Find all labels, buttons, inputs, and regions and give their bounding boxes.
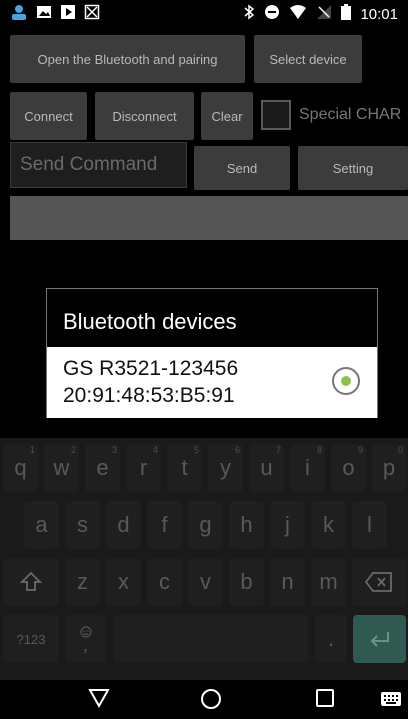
soft-keyboard: q1 w2 e3 r4 t5 y6 u7 i8 o9 p0 a s d f g …	[0, 438, 408, 680]
key-label: r	[139, 455, 148, 480]
key-label: o	[342, 455, 355, 480]
key-label: u	[260, 455, 273, 480]
key-h[interactable]: h	[229, 501, 264, 549]
key-z[interactable]: z	[65, 558, 100, 606]
key-b[interactable]: b	[229, 558, 264, 606]
special-char-label: Special CHAR	[299, 106, 402, 123]
key-e[interactable]: e3	[85, 444, 120, 492]
key-label: t	[181, 455, 188, 480]
key-hint: 2	[70, 445, 76, 455]
key-q[interactable]: q1	[3, 444, 38, 492]
play-notification-icon	[60, 4, 76, 24]
key-a[interactable]: a	[24, 501, 59, 549]
setting-button[interactable]: Setting	[298, 146, 408, 190]
image-notification-icon	[36, 4, 52, 24]
key-f[interactable]: f	[147, 501, 182, 549]
clear-button[interactable]: Clear	[201, 92, 253, 140]
key-hint: 4	[152, 445, 158, 455]
key-y[interactable]: y6	[208, 444, 243, 492]
app-notification-icon	[10, 3, 28, 25]
key-t[interactable]: t5	[167, 444, 202, 492]
receive-text-area	[10, 196, 408, 240]
comma-emoji-key[interactable]: ,	[65, 615, 106, 663]
connect-button[interactable]: Connect	[10, 92, 87, 140]
shift-icon	[19, 571, 43, 591]
navigation-bar	[0, 680, 408, 719]
key-g[interactable]: g	[188, 501, 223, 549]
key-r[interactable]: r4	[126, 444, 161, 492]
key-k[interactable]: k	[311, 501, 346, 549]
space-key[interactable]	[113, 615, 308, 663]
symbols-key[interactable]: ?123	[3, 615, 59, 663]
battery-icon	[341, 4, 352, 24]
key-hint: 5	[193, 445, 199, 455]
send-command-input[interactable]: Send Command	[10, 142, 187, 188]
key-hint: 3	[111, 445, 117, 455]
no-signal-icon	[316, 4, 332, 24]
x-box-icon	[84, 4, 100, 24]
key-hint: 0	[397, 445, 403, 455]
select-device-button[interactable]: Select device	[254, 35, 362, 83]
back-icon[interactable]	[88, 688, 110, 712]
device-radio-button[interactable]	[332, 367, 360, 395]
key-j[interactable]: j	[270, 501, 305, 549]
enter-key[interactable]	[353, 615, 406, 663]
key-hint: 1	[29, 445, 35, 455]
key-w[interactable]: w2	[44, 444, 79, 492]
key-n[interactable]: n	[270, 558, 305, 606]
disconnect-button[interactable]: Disconnect	[95, 92, 194, 140]
key-u[interactable]: u7	[249, 444, 284, 492]
key-c[interactable]: c	[147, 558, 182, 606]
device-mac-address: 20:91:48:53:B5:91	[63, 384, 235, 407]
send-button[interactable]: Send	[194, 146, 290, 190]
enter-icon	[370, 632, 389, 647]
bluetooth-icon	[243, 4, 255, 24]
open-bluetooth-pairing-button[interactable]: Open the Bluetooth and pairing	[10, 35, 245, 83]
backspace-icon	[365, 572, 392, 592]
key-label: y	[220, 455, 231, 480]
comma-label: ,	[82, 635, 88, 655]
period-key[interactable]: .	[315, 615, 347, 663]
key-hint: 7	[275, 445, 281, 455]
key-l[interactable]: l	[352, 501, 387, 549]
shift-key[interactable]	[3, 558, 59, 606]
key-label: p	[382, 455, 396, 480]
key-p[interactable]: p0	[372, 444, 406, 492]
key-v[interactable]: v	[188, 558, 223, 606]
key-label: e	[96, 455, 109, 480]
wifi-icon	[289, 4, 307, 24]
key-m[interactable]: m	[311, 558, 346, 606]
key-x[interactable]: x	[106, 558, 141, 606]
key-hint: 9	[357, 445, 363, 455]
key-hint: 6	[234, 445, 240, 455]
device-name: GS R3521-123456	[63, 357, 239, 380]
key-hint: 8	[316, 445, 322, 455]
special-char-checkbox[interactable]	[261, 100, 291, 130]
key-label: i	[305, 455, 310, 480]
do-not-disturb-icon	[264, 4, 280, 24]
device-list-item[interactable]: GS R3521-123456 20:91:48:53:B5:91	[47, 347, 377, 418]
key-d[interactable]: d	[106, 501, 141, 549]
radio-selected-dot	[341, 376, 351, 386]
key-i[interactable]: i8	[290, 444, 325, 492]
backspace-key[interactable]	[352, 558, 406, 606]
status-time: 10:01	[360, 5, 398, 23]
bluetooth-devices-dialog: Bluetooth devices GS R3521-123456 20:91:…	[46, 288, 378, 418]
key-s[interactable]: s	[65, 501, 100, 549]
key-label: q	[14, 455, 27, 480]
dialog-title: Bluetooth devices	[63, 309, 237, 334]
keyboard-switch-icon[interactable]	[380, 691, 402, 711]
status-bar: 10:01	[0, 0, 408, 28]
key-o[interactable]: o9	[331, 444, 366, 492]
recents-icon[interactable]	[315, 688, 335, 712]
home-icon[interactable]	[200, 688, 222, 714]
key-label: w	[53, 455, 70, 480]
